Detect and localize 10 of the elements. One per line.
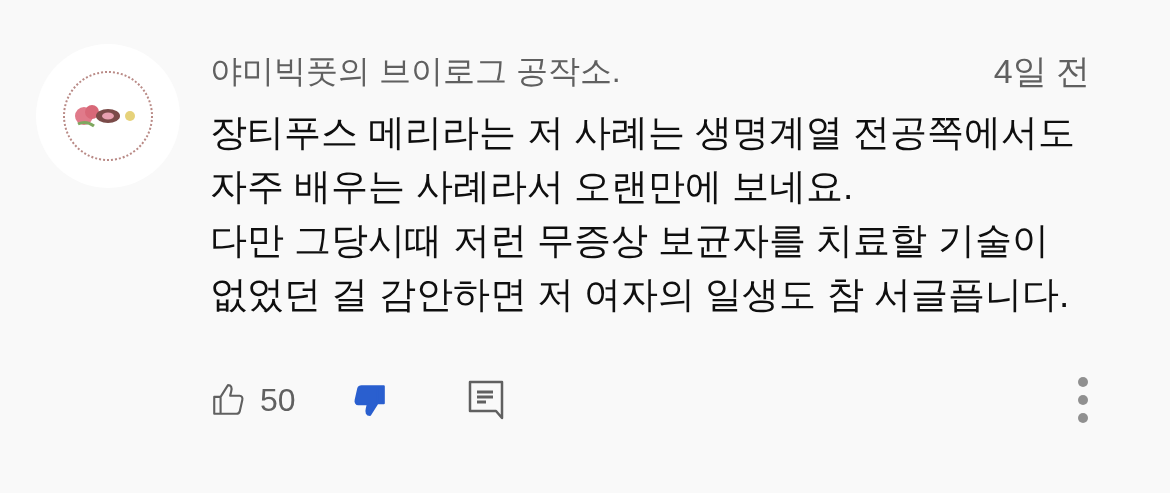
comment-time: 4일 전: [993, 51, 1090, 92]
like-count: 50: [260, 381, 296, 419]
like-button[interactable]: 50: [210, 381, 296, 419]
comment-text: 다만 그당시때 저런 무증상 보균자를 치료할 기술이 없었던 걸 감안하면 저 여자의 일생도 참 서글픕니다.: [210, 219, 1071, 317]
comment-text: 장티푸스 메리라는 저 사례는 생명계열 전공쪽에서도 자주 배우는 사례라서 오랜만에 보네요.: [210, 111, 1077, 209]
more-options-button[interactable]: [1076, 375, 1090, 425]
comment-icon: [467, 380, 504, 420]
reply-button[interactable]: [467, 380, 504, 420]
more-icon: [1076, 375, 1090, 425]
author-name[interactable]: 야미빅풋의 브이로그 공작소.: [210, 50, 621, 94]
